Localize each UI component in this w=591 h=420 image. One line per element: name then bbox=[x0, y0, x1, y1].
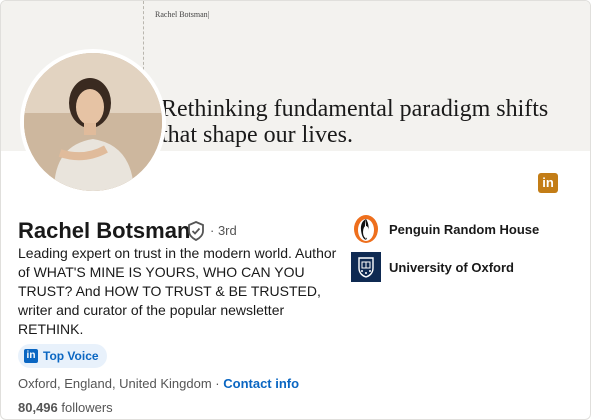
avatar[interactable] bbox=[20, 49, 166, 195]
location-row: Oxford, England, United Kingdom · Contac… bbox=[18, 376, 299, 391]
followers-number: 80,496 bbox=[18, 400, 58, 415]
banner-tagline: Rethinking fundamental paradigm shifts t… bbox=[161, 96, 549, 148]
connection-degree: · 3rd bbox=[210, 223, 237, 238]
followers-count: 80,496 followers bbox=[18, 400, 113, 415]
org-penguin-random-house[interactable]: Penguin Random House bbox=[351, 214, 539, 244]
org-label: Penguin Random House bbox=[389, 221, 540, 237]
top-voice-badge[interactable]: in Top Voice bbox=[18, 344, 107, 368]
followers-label: followers bbox=[57, 400, 113, 415]
org-university-of-oxford[interactable]: University of Oxford bbox=[351, 252, 514, 282]
penguin-logo-icon bbox=[351, 214, 381, 244]
contact-info-link[interactable]: Contact info bbox=[223, 376, 299, 391]
linkedin-badge-icon: in bbox=[538, 173, 558, 193]
banner-small-text: Rachel Botsman| bbox=[155, 10, 210, 19]
oxford-crest-icon bbox=[351, 252, 381, 282]
linkedin-icon: in bbox=[24, 349, 38, 363]
profile-headline: Leading expert on trust in the modern wo… bbox=[18, 245, 337, 337]
location-separator: · bbox=[211, 376, 224, 391]
profile-name[interactable]: Rachel Botsman bbox=[18, 218, 190, 244]
org-label: University of Oxford bbox=[389, 259, 514, 275]
verified-shield-icon[interactable] bbox=[187, 221, 205, 241]
location-text: Oxford, England, United Kingdom bbox=[18, 376, 212, 391]
top-voice-label: Top Voice bbox=[43, 349, 99, 363]
profile-card: Rachel Botsman| Rethinking fundamental p… bbox=[0, 0, 591, 420]
